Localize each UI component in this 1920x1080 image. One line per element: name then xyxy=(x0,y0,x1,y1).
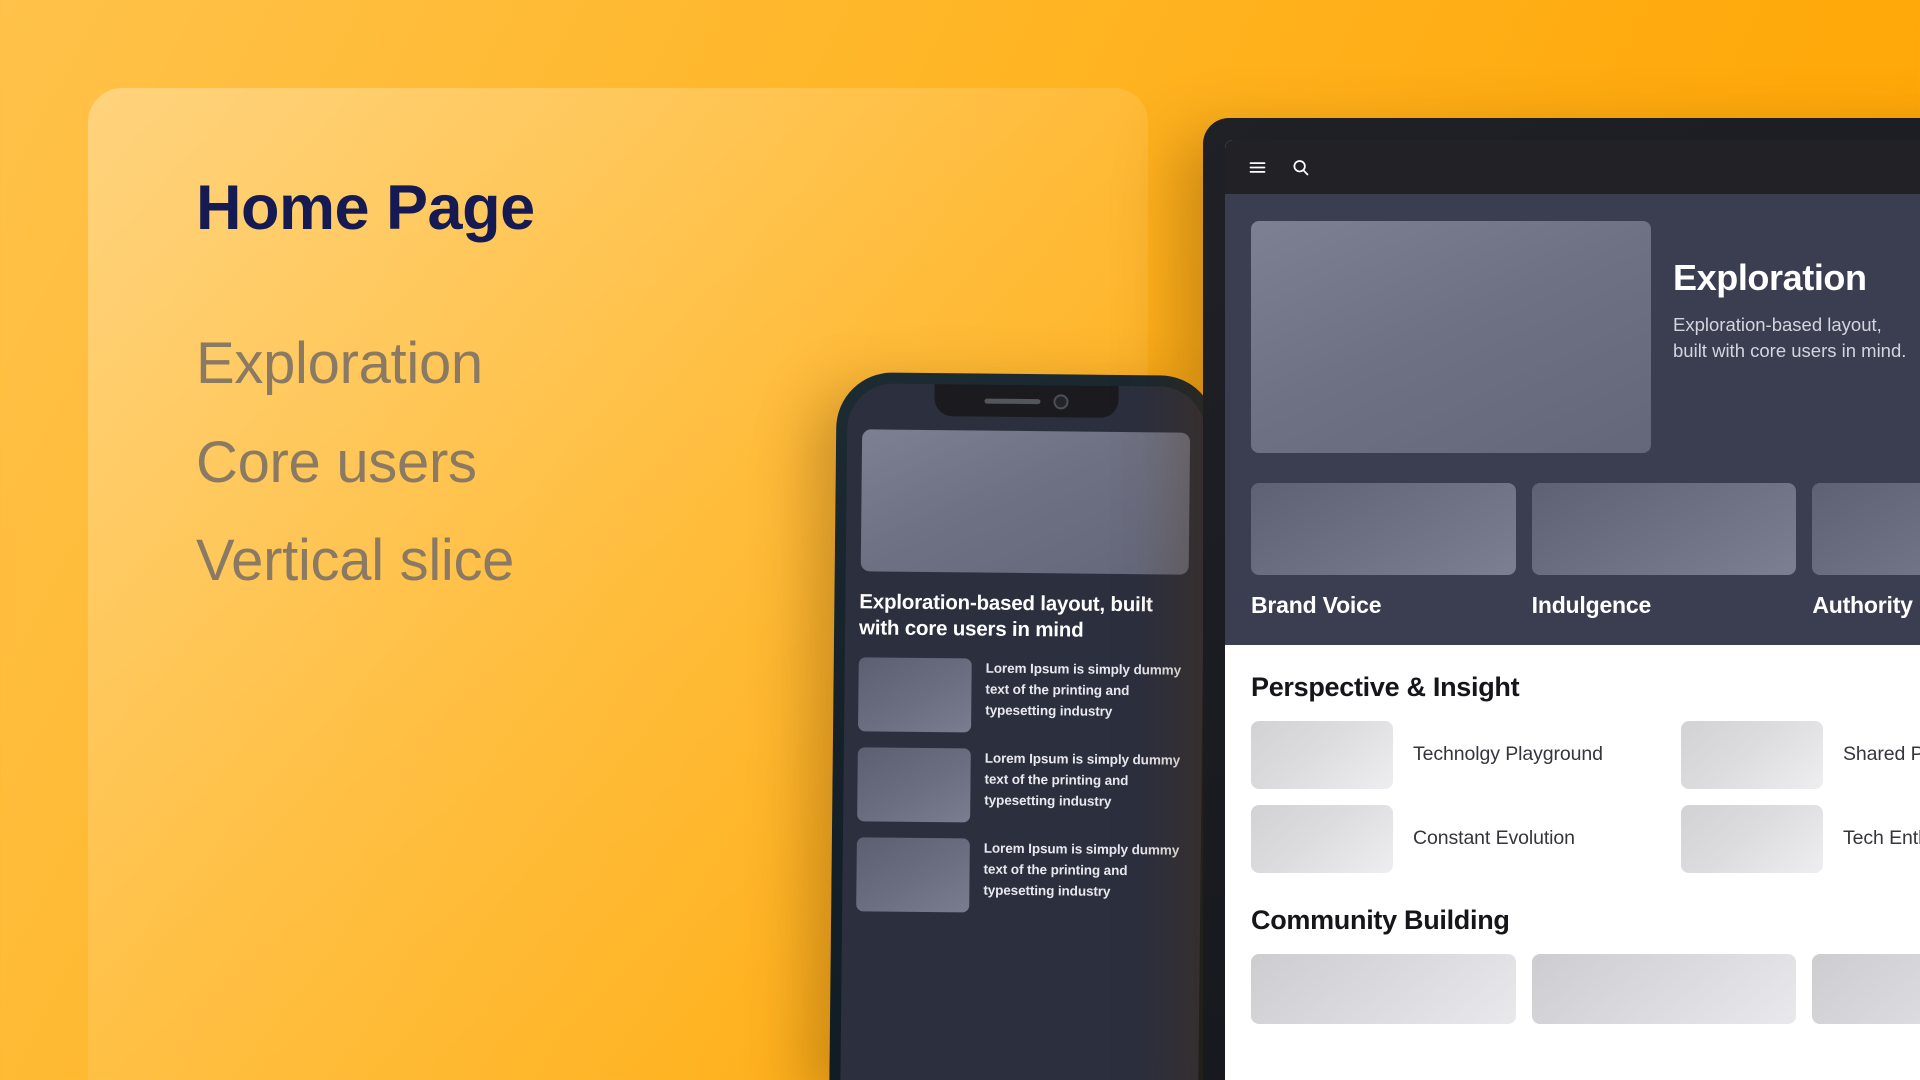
phone-speaker-icon xyxy=(984,398,1041,404)
feature-card-thumbnail xyxy=(1251,483,1516,575)
app-bar-left-group xyxy=(1247,157,1311,178)
feature-item-thumbnail xyxy=(1251,805,1393,873)
feature-item-label: Tech Enthusiasts xyxy=(1843,827,1920,850)
section-title-perspective: Perspective & Insight xyxy=(1251,672,1520,702)
feature-item[interactable]: Constant Evolution xyxy=(1251,805,1647,873)
keyword-item: Core users xyxy=(196,429,477,495)
feature-item[interactable]: Tech Enthusiasts xyxy=(1681,805,1920,873)
feature-grid: Technolgy Playground Shared Passion Cons… xyxy=(1251,721,1920,873)
feature-item-thumbnail xyxy=(1681,721,1823,789)
hamburger-menu-icon[interactable] xyxy=(1247,157,1268,178)
list-item-thumbnail xyxy=(856,837,970,913)
community-card-thumbnail[interactable] xyxy=(1531,954,1797,1024)
phone-notch xyxy=(934,384,1119,418)
list-item-copy: Lorem Ipsum is simply dummy text of the … xyxy=(985,661,1182,719)
tablet-card-row: Brand Voice Indulgence Authority xyxy=(1225,483,1920,645)
feature-card-thumbnail xyxy=(1531,483,1797,575)
keyword-item: Exploration xyxy=(196,331,483,396)
tablet-app-bar xyxy=(1225,140,1920,194)
feature-card-label: Authority xyxy=(1812,592,1913,618)
community-card-thumbnail[interactable] xyxy=(1812,954,1920,1024)
keyword-list: Exploration Core users Vertical slice xyxy=(196,315,514,611)
keyword-item: Vertical slice xyxy=(196,528,515,594)
feature-item[interactable]: Technolgy Playground xyxy=(1251,721,1647,789)
feature-card-label: Brand Voice xyxy=(1251,592,1382,618)
list-item-copy: Lorem Ipsum is simply dummy text of the … xyxy=(984,751,1181,809)
hero-title: Exploration xyxy=(1673,257,1867,298)
feature-card-label: Indulgence xyxy=(1531,592,1652,618)
feature-item-label: Shared Passion xyxy=(1843,743,1920,766)
list-item-thumbnail xyxy=(857,747,971,823)
tablet-screen: Exploration Exploration-based layout, bu… xyxy=(1225,140,1920,1080)
hero-description: Exploration-based layout, built with cor… xyxy=(1673,314,1907,361)
feature-item[interactable]: Shared Passion xyxy=(1681,721,1920,789)
feature-item-label: Constant Evolution xyxy=(1413,827,1575,850)
phone-hero-image xyxy=(860,429,1191,575)
page-title: Home Page xyxy=(196,173,535,243)
feature-item-thumbnail xyxy=(1251,721,1393,789)
feature-card[interactable]: Authority xyxy=(1812,483,1920,619)
tablet-body: Perspective & Insight Technolgy Playgrou… xyxy=(1225,645,1920,1024)
list-item[interactable]: Lorem Ipsum is simply dummy text of the … xyxy=(858,657,1189,735)
tablet-hero-section: Exploration Exploration-based layout, bu… xyxy=(1225,194,1920,483)
search-icon[interactable] xyxy=(1290,157,1311,178)
feature-card[interactable]: Brand Voice xyxy=(1251,483,1516,619)
community-card-thumbnail[interactable] xyxy=(1251,954,1516,1024)
feature-card[interactable]: Indulgence xyxy=(1531,483,1797,619)
phone-mockup: Exploration-based layout, built with cor… xyxy=(829,372,1217,1080)
community-card-row xyxy=(1251,954,1920,1024)
phone-camera-icon xyxy=(1053,393,1069,409)
list-item-thumbnail xyxy=(858,657,972,733)
tablet-mockup: Exploration Exploration-based layout, bu… xyxy=(1203,118,1920,1080)
phone-heading: Exploration-based layout, built with cor… xyxy=(858,590,1153,642)
hero-text-block: Exploration Exploration-based layout, bu… xyxy=(1673,221,1909,453)
list-item-copy: Lorem Ipsum is simply dummy text of the … xyxy=(983,841,1180,899)
feature-card-thumbnail xyxy=(1812,483,1920,575)
feature-item-thumbnail xyxy=(1681,805,1823,873)
section-title-community: Community Building xyxy=(1251,905,1510,935)
list-item[interactable]: Lorem Ipsum is simply dummy text of the … xyxy=(856,837,1187,915)
hero-image xyxy=(1251,221,1651,453)
list-item[interactable]: Lorem Ipsum is simply dummy text of the … xyxy=(857,747,1188,825)
feature-item-label: Technolgy Playground xyxy=(1413,743,1603,766)
phone-screen: Exploration-based layout, built with cor… xyxy=(840,383,1206,1080)
